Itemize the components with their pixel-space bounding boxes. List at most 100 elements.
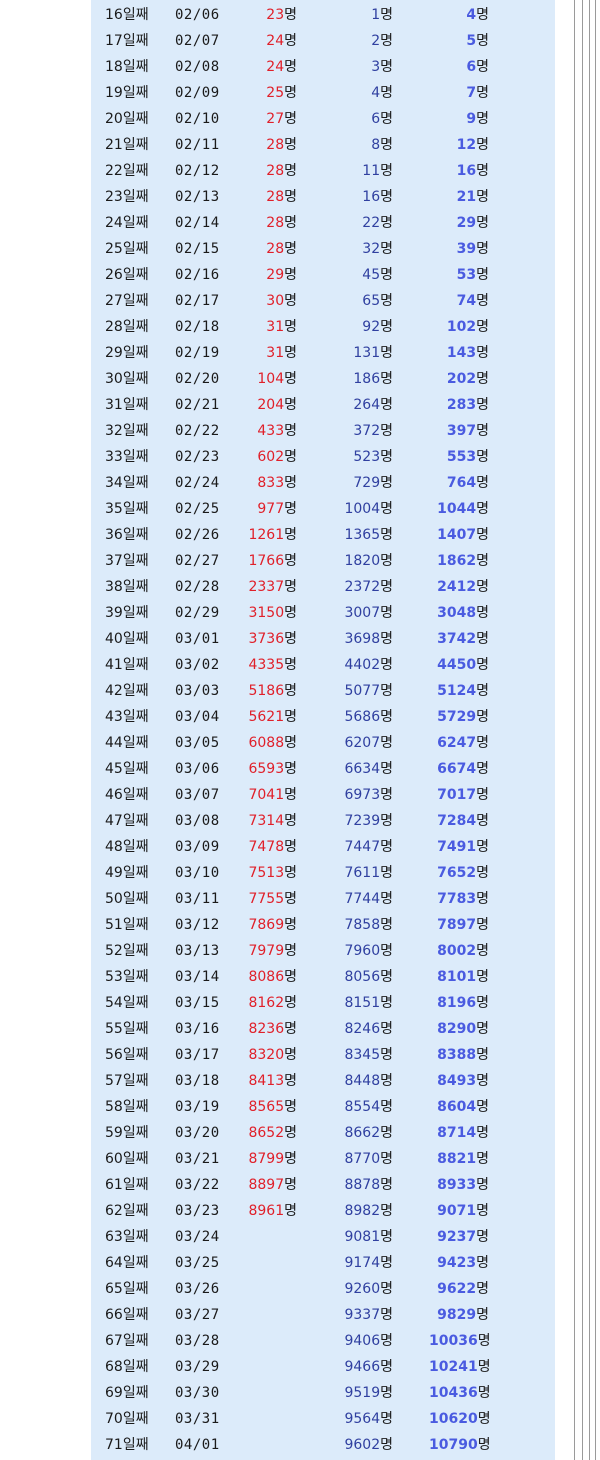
date-label: 02/19 xyxy=(175,345,220,361)
second-count: 9564명 xyxy=(344,1411,393,1427)
table-row: 23일째 02/13 28명 16명 21명 xyxy=(91,184,555,210)
date-label: 03/15 xyxy=(175,995,220,1011)
confirmed-count: 28명 xyxy=(266,189,297,205)
day-label: 71일째 xyxy=(105,1437,149,1453)
third-count: 9237명 xyxy=(437,1229,489,1245)
confirmed-count: 28명 xyxy=(266,163,297,179)
third-count: 8388명 xyxy=(437,1047,489,1063)
second-count: 186명 xyxy=(353,371,393,387)
third-count: 10620명 xyxy=(429,1411,491,1427)
third-count: 5124명 xyxy=(437,683,489,699)
second-count: 8056명 xyxy=(344,969,393,985)
confirmed-count: 31명 xyxy=(266,319,297,335)
second-count: 8770명 xyxy=(344,1151,393,1167)
confirmed-count: 2337명 xyxy=(248,579,297,595)
day-label: 34일째 xyxy=(105,475,149,491)
third-count: 397명 xyxy=(446,423,489,439)
second-count: 131명 xyxy=(353,345,393,361)
date-label: 02/27 xyxy=(175,553,220,569)
third-count: 8196명 xyxy=(437,995,489,1011)
date-label: 03/23 xyxy=(175,1203,220,1219)
day-label: 21일째 xyxy=(105,137,149,153)
day-label: 49일째 xyxy=(105,865,149,881)
confirmed-count: 24명 xyxy=(266,33,297,49)
day-label: 30일째 xyxy=(105,371,149,387)
table-row: 22일째 02/12 28명 11명 16명 xyxy=(91,158,555,184)
date-label: 03/28 xyxy=(175,1333,220,1349)
third-count: 10036명 xyxy=(429,1333,491,1349)
second-count: 1004명 xyxy=(344,501,393,517)
date-label: 03/21 xyxy=(175,1151,220,1167)
confirmed-count: 8086명 xyxy=(248,969,297,985)
day-label: 45일째 xyxy=(105,761,149,777)
day-label: 16일째 xyxy=(105,7,149,23)
table-row: 50일째 03/11 7755명 7744명 7783명 xyxy=(91,886,555,912)
table-row: 61일째 03/22 8897명 8878명 8933명 xyxy=(91,1172,555,1198)
second-count: 8345명 xyxy=(344,1047,393,1063)
day-label: 20일째 xyxy=(105,111,149,127)
date-label: 03/26 xyxy=(175,1281,220,1297)
day-label: 40일째 xyxy=(105,631,149,647)
date-label: 03/02 xyxy=(175,657,220,673)
date-label: 02/17 xyxy=(175,293,220,309)
table-row: 20일째 02/10 27명 6명 9명 xyxy=(91,106,555,132)
table-row: 69일째 03/30 9519명 10436명 xyxy=(91,1380,555,1406)
confirmed-count: 5621명 xyxy=(248,709,297,725)
day-label: 39일째 xyxy=(105,605,149,621)
day-label: 36일째 xyxy=(105,527,149,543)
confirmed-count: 833명 xyxy=(257,475,297,491)
table-row: 44일째 03/05 6088명 6207명 6247명 xyxy=(91,730,555,756)
third-count: 8604명 xyxy=(437,1099,489,1115)
day-label: 22일째 xyxy=(105,163,149,179)
day-label: 61일째 xyxy=(105,1177,149,1193)
second-count: 45명 xyxy=(362,267,393,283)
date-label: 02/22 xyxy=(175,423,220,439)
date-label: 03/01 xyxy=(175,631,220,647)
third-count: 6247명 xyxy=(437,735,489,751)
table-row: 28일째 02/18 31명 92명 102명 xyxy=(91,314,555,340)
day-label: 53일째 xyxy=(105,969,149,985)
day-label: 25일째 xyxy=(105,241,149,257)
day-label: 69일째 xyxy=(105,1385,149,1401)
divider-line xyxy=(582,0,583,1460)
second-count: 1365명 xyxy=(344,527,393,543)
day-label: 48일째 xyxy=(105,839,149,855)
confirmed-count: 7979명 xyxy=(248,943,297,959)
third-count: 21명 xyxy=(456,189,489,205)
date-label: 03/17 xyxy=(175,1047,220,1063)
table-row: 48일째 03/09 7478명 7447명 7491명 xyxy=(91,834,555,860)
date-label: 03/07 xyxy=(175,787,220,803)
date-label: 03/12 xyxy=(175,917,220,933)
date-label: 03/14 xyxy=(175,969,220,985)
date-label: 03/10 xyxy=(175,865,220,881)
second-count: 8246명 xyxy=(344,1021,393,1037)
confirmed-count: 7478명 xyxy=(248,839,297,855)
second-count: 22명 xyxy=(362,215,393,231)
table-row: 65일째 03/26 9260명 9622명 xyxy=(91,1276,555,1302)
table-row: 30일째 02/20 104명 186명 202명 xyxy=(91,366,555,392)
third-count: 12명 xyxy=(456,137,489,153)
second-count: 372명 xyxy=(353,423,393,439)
day-label: 41일째 xyxy=(105,657,149,673)
day-label: 64일째 xyxy=(105,1255,149,1271)
day-label: 23일째 xyxy=(105,189,149,205)
day-label: 54일째 xyxy=(105,995,149,1011)
table-row: 24일째 02/14 28명 22명 29명 xyxy=(91,210,555,236)
third-count: 74명 xyxy=(456,293,489,309)
third-count: 9829명 xyxy=(437,1307,489,1323)
table-row: 43일째 03/04 5621명 5686명 5729명 xyxy=(91,704,555,730)
third-count: 1044명 xyxy=(437,501,489,517)
second-count: 5686명 xyxy=(344,709,393,725)
table-row: 37일째 02/27 1766명 1820명 1862명 xyxy=(91,548,555,574)
second-count: 3698명 xyxy=(344,631,393,647)
date-label: 02/08 xyxy=(175,59,220,75)
date-label: 02/18 xyxy=(175,319,220,335)
table-row: 27일째 02/17 30명 65명 74명 xyxy=(91,288,555,314)
day-label: 24일째 xyxy=(105,215,149,231)
day-label: 32일째 xyxy=(105,423,149,439)
date-label: 03/24 xyxy=(175,1229,220,1245)
day-label: 47일째 xyxy=(105,813,149,829)
date-label: 03/16 xyxy=(175,1021,220,1037)
second-count: 8878명 xyxy=(344,1177,393,1193)
table-row: 42일째 03/03 5186명 5077명 5124명 xyxy=(91,678,555,704)
